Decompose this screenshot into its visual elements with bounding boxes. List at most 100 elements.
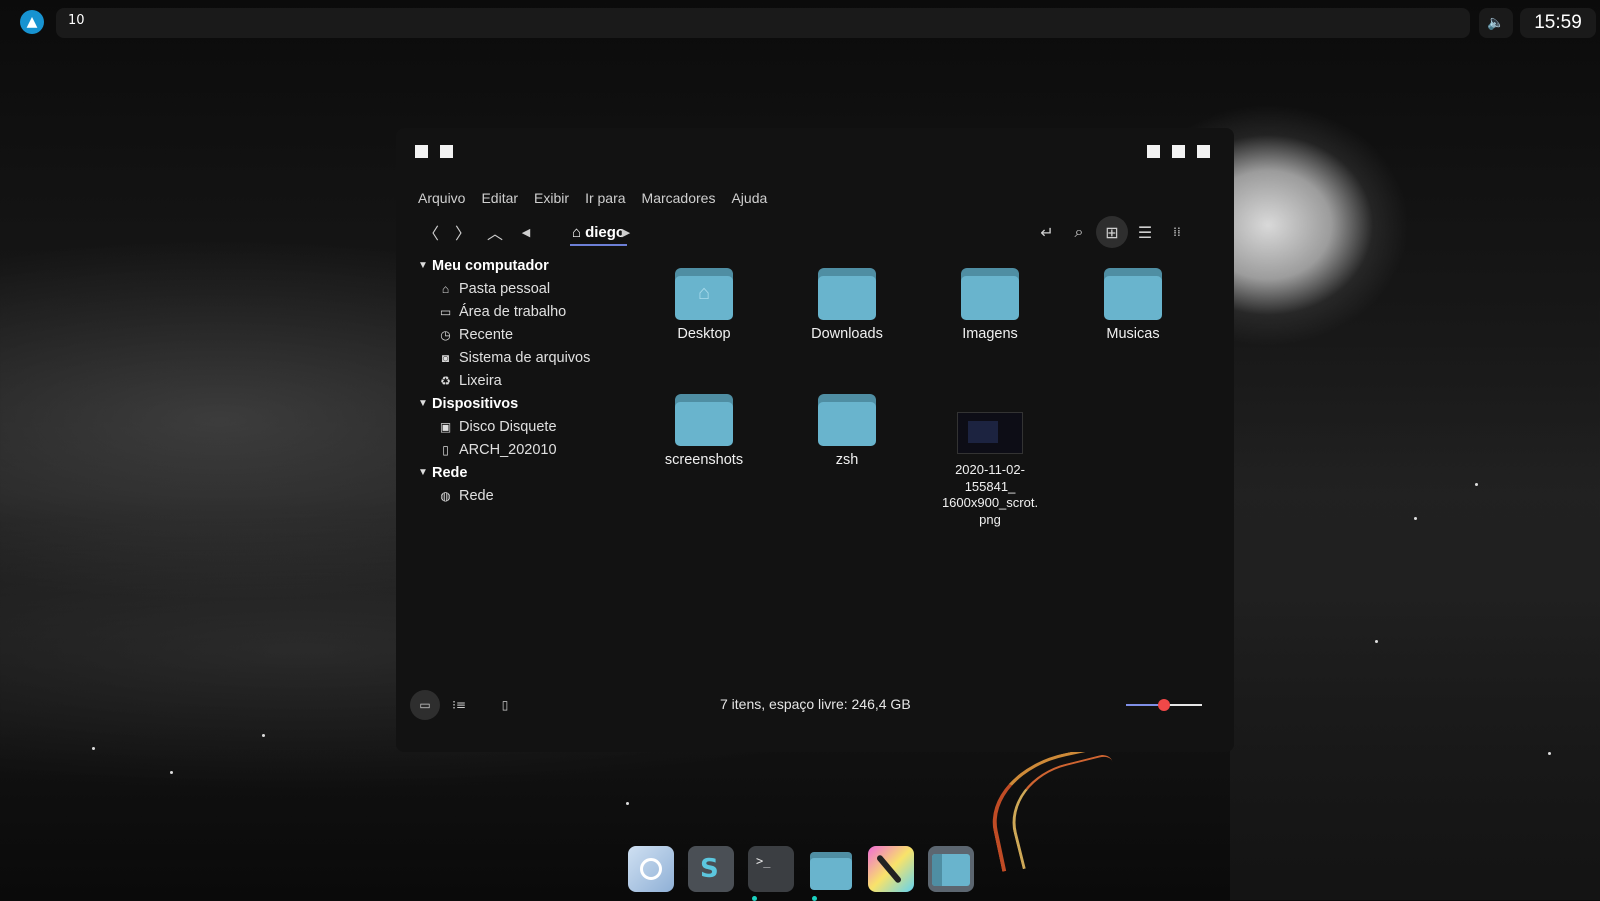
filesystem-icon: ◙ — [441, 350, 450, 365]
places-icon[interactable]: ▭ — [410, 690, 440, 720]
expander-icon: ▼ — [418, 398, 428, 409]
menu-bar: Arquivo Editar Exibir Ir para Marcadores… — [418, 188, 767, 208]
home-icon: ⌂ — [697, 282, 711, 304]
sidebar-item-area-de-trabalho[interactable]: ▭ Área de trabalho — [418, 300, 638, 323]
speaker-icon[interactable]: 🔈 — [1479, 8, 1513, 38]
star — [92, 747, 95, 750]
sidebar-section-rede[interactable]: ▼ Rede — [418, 461, 638, 484]
back-icon[interactable]: 〈 — [416, 216, 446, 248]
menu-arquivo[interactable]: Arquivo — [418, 188, 465, 208]
section-title: Dispositivos — [432, 395, 519, 412]
file-name-line: png — [979, 511, 1001, 527]
sidebar-item-rede[interactable]: ◍ Rede — [418, 484, 638, 507]
file-manager-icon[interactable] — [808, 846, 854, 892]
file-name: Musicas — [1106, 326, 1160, 342]
file-item-downloads[interactable]: Downloads — [787, 268, 907, 342]
sidebar-item-label: Pasta pessoal — [459, 280, 551, 297]
sidebar-item-sistema-de-arquivos[interactable]: ◙ Sistema de arquivos — [418, 346, 638, 369]
search-icon[interactable]: ⌕ — [1064, 216, 1094, 248]
file-item-screenshots[interactable]: screenshots — [644, 394, 764, 468]
file-name-line: 155841_ — [964, 478, 1016, 494]
sidebar-item-label: Recente — [459, 326, 514, 343]
trash-icon: ♻ — [440, 373, 451, 388]
file-name: Imagens — [962, 326, 1018, 342]
up-icon[interactable]: ︿ — [480, 216, 510, 248]
file-name-line: 2020-11-02- — [955, 462, 1025, 477]
sidebar-item-label: Sistema de arquivos — [459, 349, 591, 366]
network-icon: ◍ — [440, 488, 451, 503]
maximize-button[interactable] — [1172, 145, 1185, 158]
prev-crumb-icon[interactable]: ◀ — [516, 216, 536, 248]
sidebar-item-disco-disquete[interactable]: ▣ Disco Disquete — [418, 415, 638, 438]
sidebar-item-label: Área de trabalho — [459, 303, 567, 320]
toolbar: 〈 〉 ︿ ◀ ⌂ diego ▶ ↵ ⌕ ⊞ ☰ ⁞⁞ — [416, 216, 1216, 250]
menu-ajuda[interactable]: Ajuda — [731, 188, 767, 208]
menu-marcadores[interactable]: Marcadores — [642, 188, 716, 208]
sidebar-section-dispositivos[interactable]: ▼ Dispositivos — [418, 392, 638, 415]
menu-editar[interactable]: Editar — [481, 188, 518, 208]
chromium-icon[interactable] — [628, 846, 674, 892]
zoom-slider-handle[interactable] — [1158, 699, 1170, 711]
sidebar-item-recente[interactable]: ◷ Recente — [418, 323, 638, 346]
usb-drive-icon: ▯ — [442, 442, 449, 457]
star — [626, 802, 629, 805]
file-item-screenshot-png[interactable]: 2020-11-02- 155841_ 1600x900_scrot. png — [930, 412, 1050, 528]
close-button[interactable] — [1197, 145, 1210, 158]
folder-icon — [818, 394, 876, 446]
location-toggle-icon[interactable]: ↵ — [1032, 216, 1062, 248]
recent-icon: ◷ — [440, 327, 451, 342]
hide-sidebar-icon[interactable]: ▯ — [492, 690, 518, 720]
menu-exibir[interactable]: Exibir — [534, 188, 569, 208]
workspace-indicator[interactable]: 10 — [68, 13, 85, 28]
sidebar-item-lixeira[interactable]: ♻ Lixeira — [418, 369, 638, 392]
top-panel: ▲ 10 🔈 15:59 — [16, 6, 1596, 38]
section-title: Meu computador — [432, 257, 549, 274]
folder-icon: ⌂ — [675, 268, 733, 320]
folder-icon — [675, 394, 733, 446]
city-silhouette — [1230, 420, 1600, 900]
file-item-musicas[interactable]: Musicas — [1073, 268, 1193, 342]
terminal-icon[interactable]: >_ — [748, 846, 794, 892]
file-name: screenshots — [664, 452, 744, 468]
forward-icon[interactable]: 〉 — [448, 216, 478, 248]
section-title: Rede — [432, 464, 468, 481]
tree-icon[interactable]: ⁝≡ — [446, 690, 472, 720]
sidebar-item-label: Disco Disquete — [459, 418, 557, 435]
file-item-imagens[interactable]: Imagens — [930, 268, 1050, 342]
window-left-button[interactable] — [440, 145, 453, 158]
dock: S >_ — [628, 846, 974, 892]
clock[interactable]: 15:59 — [1520, 8, 1596, 38]
sidebar-section-meu-computador[interactable]: ▼ Meu computador — [418, 254, 638, 277]
sidebar-item-label: Lixeira — [459, 372, 502, 389]
car-light-trails — [1000, 752, 1133, 870]
file-item-zsh[interactable]: zsh — [787, 394, 907, 468]
krita-icon[interactable] — [868, 846, 914, 892]
status-bar: ▭ ⁝≡ ▯ 7 itens, espaço livre: 246,4 GB — [410, 690, 1210, 720]
menu-ir-para[interactable]: Ir para — [585, 188, 625, 208]
home-icon: ⌂ — [572, 223, 582, 241]
sidebar-item-arch-202010[interactable]: ▯ ARCH_202010 — [418, 438, 638, 461]
window-manager-icon[interactable] — [928, 846, 974, 892]
file-name: 2020-11-02- 155841_ 1600x900_scrot. png — [930, 462, 1050, 528]
folder-icon — [961, 268, 1019, 320]
file-manager-window: Arquivo Editar Exibir Ir para Marcadores… — [396, 128, 1234, 752]
expander-icon: ▼ — [418, 260, 428, 271]
list-view-icon[interactable]: ☰ — [1130, 216, 1160, 248]
arch-logo-icon[interactable]: ▲ — [20, 10, 44, 34]
running-indicator — [812, 896, 817, 901]
file-name: zsh — [835, 452, 859, 468]
expander-icon: ▼ — [418, 467, 428, 478]
sublime-text-icon[interactable]: S — [688, 846, 734, 892]
window-left-button[interactable] — [415, 145, 428, 158]
zoom-slider[interactable] — [1126, 699, 1202, 711]
minimize-button[interactable] — [1147, 145, 1160, 158]
star — [1548, 752, 1551, 755]
sidebar-item-pasta-pessoal[interactable]: ⌂ Pasta pessoal — [418, 277, 638, 300]
file-item-desktop[interactable]: ⌂ Desktop — [644, 268, 764, 342]
next-crumb-icon[interactable]: ▶ — [616, 216, 636, 248]
sidebar-item-label: Rede — [459, 487, 494, 504]
grid-view-icon[interactable]: ⊞ — [1096, 216, 1128, 248]
compact-view-icon[interactable]: ⁞⁞ — [1162, 216, 1192, 248]
star — [1414, 517, 1417, 520]
desktop-icon: ▭ — [439, 304, 452, 319]
